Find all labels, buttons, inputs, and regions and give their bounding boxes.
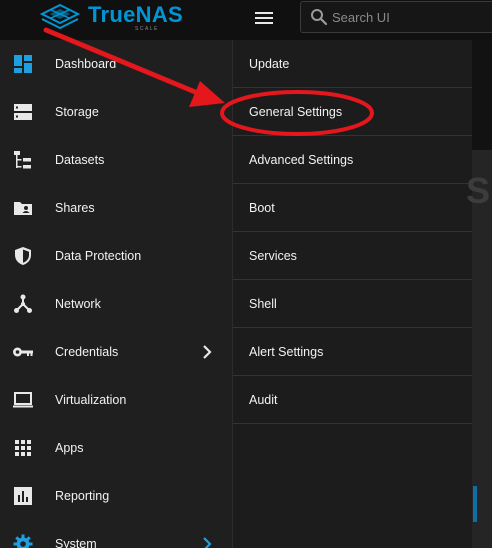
system-gear-icon — [12, 533, 34, 548]
sidebar-item-label: Reporting — [55, 489, 110, 503]
sidebar-item-label: Credentials — [55, 345, 119, 359]
submenu-item-label: Shell — [249, 296, 277, 311]
sidebar-item-system[interactable]: System — [0, 520, 233, 548]
sidebar-item-network[interactable]: Network — [0, 280, 233, 328]
submenu-item-label: Audit — [249, 392, 278, 407]
hamburger-menu-icon[interactable] — [251, 8, 277, 28]
sidebar-item-label: Datasets — [55, 153, 105, 167]
sidebar-item-virtualization[interactable]: Virtualization — [0, 376, 233, 424]
submenu-item-update[interactable]: Update — [233, 40, 472, 88]
search-icon — [311, 9, 328, 26]
sidebar-item-shares[interactable]: Shares — [0, 184, 233, 232]
submenu-item-label: Services — [249, 248, 297, 263]
sidebar-item-label: Network — [55, 297, 101, 311]
submenu-item-label: Update — [249, 56, 290, 71]
sidebar-item-label: Virtualization — [55, 393, 127, 407]
search-box[interactable] — [300, 1, 492, 33]
brand-name: TrueNAS — [88, 2, 184, 27]
submenu-item-label: Boot — [249, 200, 275, 215]
sidebar-item-label: Shares — [55, 201, 95, 215]
sidebar-item-reporting[interactable]: Reporting — [0, 472, 233, 520]
chevron-right-icon[interactable] — [201, 344, 213, 360]
submenu-item-services[interactable]: Services — [233, 232, 472, 280]
brand-edition: SCALE — [135, 26, 159, 32]
network-icon — [12, 293, 34, 315]
sidebar-item-label: Apps — [55, 441, 84, 455]
sidebar: Dashboard Storage Datasets Shares Data P… — [0, 40, 233, 548]
storage-icon — [12, 101, 34, 123]
sidebar-item-dashboard[interactable]: Dashboard — [0, 40, 233, 88]
system-submenu: Update General Settings Advanced Setting… — [233, 40, 472, 548]
apps-grid-icon — [12, 437, 34, 459]
reporting-chart-icon — [12, 485, 34, 507]
top-bar: TrueNAS SCALE — [0, 0, 492, 40]
truenas-logo-icon — [40, 3, 80, 30]
datasets-icon — [12, 149, 34, 171]
submenu-item-alert-settings[interactable]: Alert Settings — [233, 328, 472, 376]
submenu-item-advanced-settings[interactable]: Advanced Settings — [233, 136, 472, 184]
submenu-item-audit[interactable]: Audit — [233, 376, 472, 424]
sidebar-item-datasets[interactable]: Datasets — [0, 136, 233, 184]
sidebar-item-label: System — [55, 537, 97, 548]
sidebar-item-label: Data Protection — [55, 249, 142, 263]
submenu-item-label: Advanced Settings — [249, 152, 354, 167]
sidebar-item-apps[interactable]: Apps — [0, 424, 233, 472]
search-input[interactable] — [332, 9, 472, 25]
sidebar-item-label: Storage — [55, 105, 99, 119]
sidebar-item-label: Dashboard — [55, 57, 117, 71]
sidebar-item-data-protection[interactable]: Data Protection — [0, 232, 233, 280]
shield-icon — [12, 245, 34, 267]
sidebar-item-credentials[interactable]: Credentials — [0, 328, 233, 376]
key-icon — [12, 341, 34, 363]
shares-folder-icon — [12, 197, 34, 219]
submenu-item-boot[interactable]: Boot — [233, 184, 472, 232]
chevron-right-icon[interactable] — [201, 536, 213, 548]
laptop-icon — [12, 389, 34, 411]
accent-bar — [473, 486, 477, 522]
submenu-item-label: Alert Settings — [249, 344, 324, 359]
submenu-item-label: General Settings — [249, 104, 343, 119]
truenas-logo[interactable]: TrueNAS SCALE — [40, 2, 183, 34]
sidebar-item-storage[interactable]: Storage — [0, 88, 233, 136]
dashboard-icon — [12, 53, 34, 75]
submenu-item-general-settings[interactable]: General Settings — [233, 88, 472, 136]
submenu-item-shell[interactable]: Shell — [233, 280, 472, 328]
background-glyph: S — [466, 170, 491, 211]
